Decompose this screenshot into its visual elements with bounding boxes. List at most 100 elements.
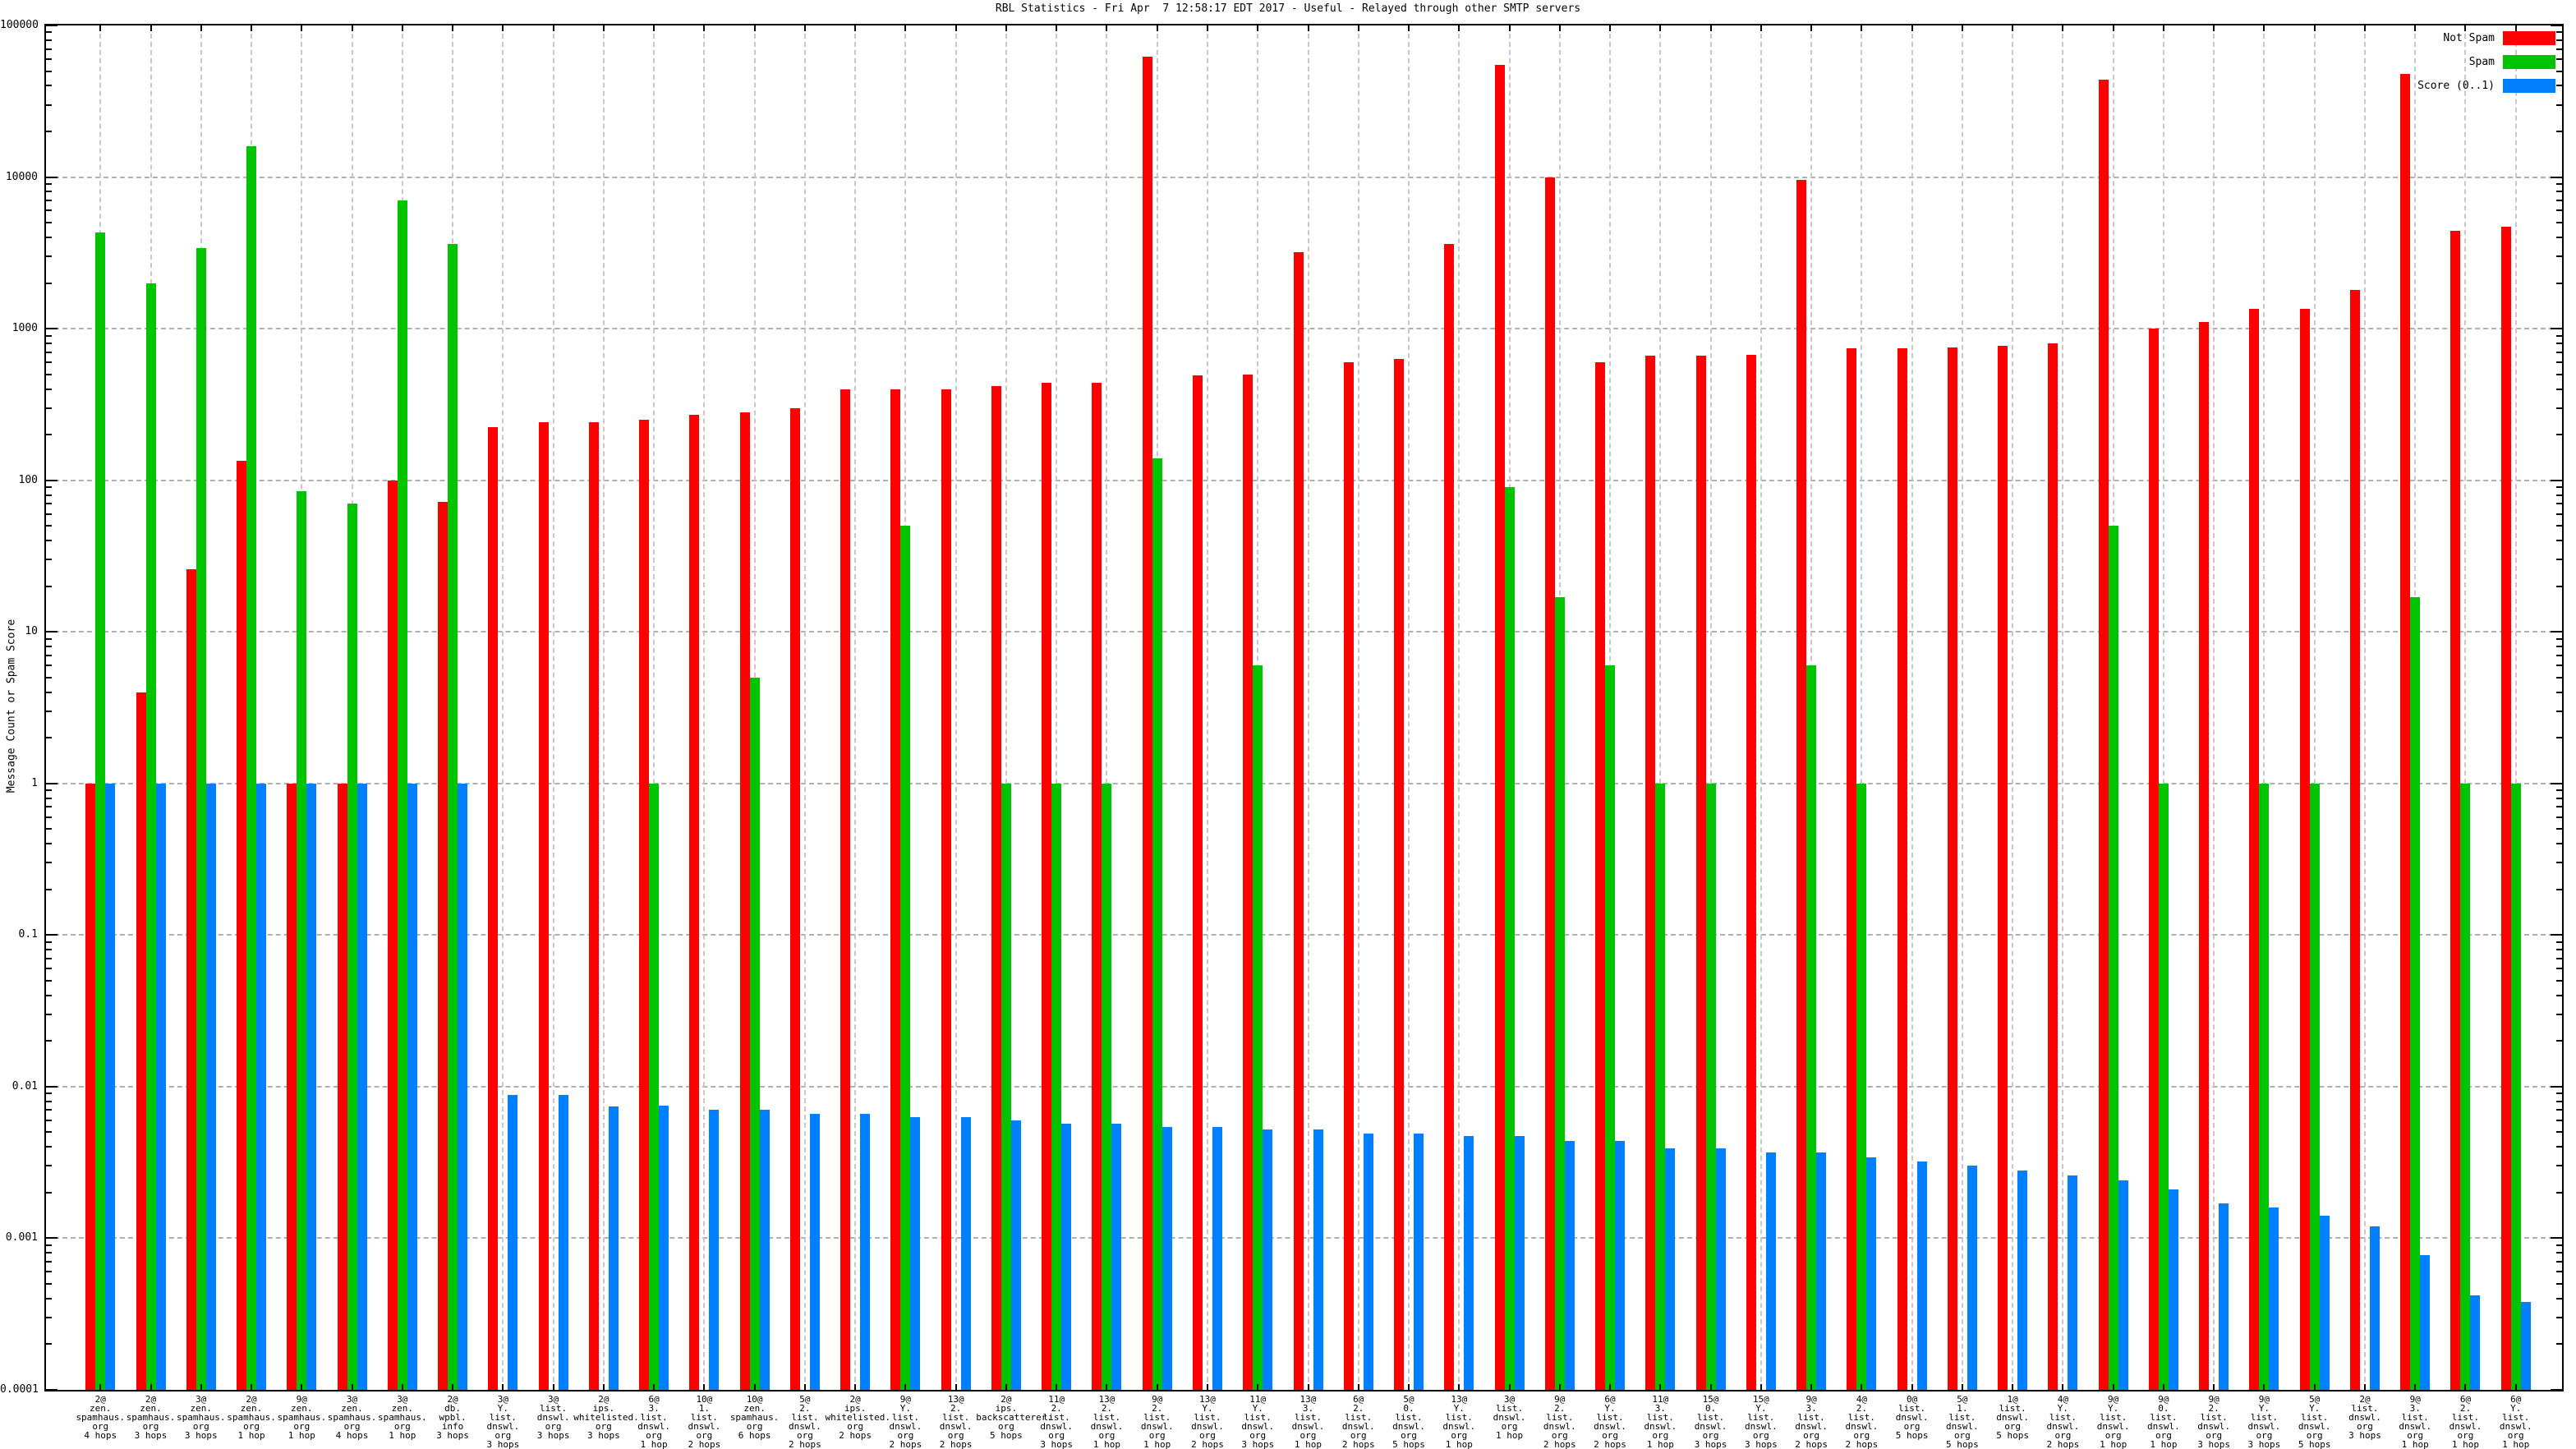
- x-tick: [1005, 1384, 1007, 1390]
- y-minor-tick: [2556, 797, 2562, 799]
- y-minor-tick: [2556, 941, 2562, 943]
- y-minor-tick: [2556, 1244, 2562, 1246]
- x-category-label: 6@ Y. list. dnswl. org 1 hop: [2499, 1394, 2532, 1449]
- y-minor-tick: [46, 843, 52, 845]
- y-minor-tick: [2556, 646, 2562, 648]
- x-tick: [2464, 25, 2467, 31]
- y-minor-tick: [2556, 183, 2562, 185]
- x-tick: [1307, 25, 1309, 31]
- y-minor-tick: [2556, 1343, 2562, 1346]
- y-minor-tick: [46, 816, 52, 818]
- x-tick: [1961, 1384, 1963, 1390]
- x-tick: [954, 25, 957, 31]
- x-tick: [1458, 1384, 1460, 1390]
- y-minor-tick: [2556, 1092, 2562, 1095]
- x-tick: [1257, 1384, 1259, 1390]
- x-tick: [2464, 1384, 2467, 1390]
- y-minor-tick: [46, 637, 52, 640]
- y-major-tick: [46, 631, 58, 633]
- y-minor-tick: [46, 130, 52, 132]
- legend-entry: Not Spam: [2443, 31, 2555, 45]
- y-minor-tick: [46, 222, 52, 224]
- y-minor-tick: [46, 1244, 52, 1246]
- y-minor-tick: [46, 828, 52, 830]
- y-minor-tick: [46, 1165, 52, 1167]
- x-tick: [251, 1384, 253, 1390]
- x-tick: [1659, 25, 1662, 31]
- y-minor-tick: [46, 1109, 52, 1111]
- x-tick: [1760, 1384, 1762, 1390]
- y-major-tick: [2551, 479, 2562, 481]
- y-minor-tick: [2556, 1119, 2562, 1121]
- x-tick: [150, 25, 152, 31]
- y-major-tick: [2551, 1389, 2562, 1391]
- y-minor-tick: [2556, 282, 2562, 284]
- y-minor-tick: [46, 968, 52, 970]
- y-minor-tick: [46, 48, 52, 50]
- y-major-tick: [2551, 176, 2562, 178]
- y-minor-tick: [46, 104, 52, 106]
- x-tick: [854, 1384, 857, 1390]
- x-tick: [1408, 25, 1410, 31]
- legend-entry: Score (0..1): [2417, 79, 2555, 93]
- y-minor-tick: [46, 540, 52, 542]
- legend-entry: Spam: [2469, 55, 2555, 69]
- y-minor-tick: [2556, 654, 2562, 656]
- x-tick: [2012, 25, 2014, 31]
- y-major-tick: [46, 1389, 58, 1391]
- x-tick: [1861, 1384, 1863, 1390]
- y-minor-tick: [2556, 255, 2562, 258]
- x-tick: [2162, 25, 2164, 31]
- y-minor-tick: [46, 282, 52, 284]
- y-minor-tick: [46, 70, 52, 72]
- y-minor-tick: [46, 183, 52, 185]
- y-minor-tick: [46, 862, 52, 864]
- y-minor-tick: [46, 191, 52, 193]
- y-minor-tick: [2556, 1283, 2562, 1285]
- x-tick: [904, 25, 907, 31]
- y-minor-tick: [2556, 816, 2562, 818]
- y-minor-tick: [46, 1092, 52, 1095]
- y-major-tick: [46, 25, 58, 26]
- y-major-tick: [2551, 25, 2562, 26]
- y-minor-tick: [46, 949, 52, 951]
- y-minor-tick: [2556, 85, 2562, 87]
- y-minor-tick: [2556, 70, 2562, 72]
- y-minor-tick: [46, 979, 52, 982]
- x-tick: [1911, 25, 1913, 31]
- x-tick: [502, 25, 504, 31]
- x-tick: [2263, 1384, 2266, 1390]
- x-tick: [2112, 25, 2114, 31]
- y-minor-tick: [46, 941, 52, 943]
- y-minor-tick: [2556, 351, 2562, 353]
- x-tick: [2363, 25, 2366, 31]
- x-tick: [2162, 1384, 2164, 1390]
- x-tick: [2062, 25, 2064, 31]
- y-minor-tick: [46, 888, 52, 890]
- x-tick: [2112, 1384, 2114, 1390]
- x-tick: [2414, 25, 2417, 31]
- y-minor-tick: [46, 957, 52, 959]
- x-tick: [1408, 1384, 1410, 1390]
- y-minor-tick: [2556, 1100, 2562, 1102]
- x-tick: [552, 25, 554, 31]
- y-tick-label: 0.0001: [0, 1383, 39, 1396]
- x-tick: [2313, 25, 2316, 31]
- y-minor-tick: [2556, 503, 2562, 505]
- x-tick: [150, 1384, 152, 1390]
- y-minor-tick: [46, 1316, 52, 1318]
- y-minor-tick: [46, 407, 52, 409]
- y-minor-tick: [2556, 494, 2562, 496]
- y-minor-tick: [2556, 1109, 2562, 1111]
- y-minor-tick: [46, 494, 52, 496]
- x-tick: [753, 1384, 756, 1390]
- x-tick: [401, 1384, 403, 1390]
- y-minor-tick: [2556, 888, 2562, 890]
- x-tick: [200, 25, 202, 31]
- x-tick: [452, 25, 454, 31]
- y-minor-tick: [2556, 222, 2562, 224]
- y-minor-tick: [2556, 191, 2562, 193]
- y-minor-tick: [46, 1146, 52, 1148]
- x-tick: [854, 25, 857, 31]
- x-tick: [1156, 25, 1158, 31]
